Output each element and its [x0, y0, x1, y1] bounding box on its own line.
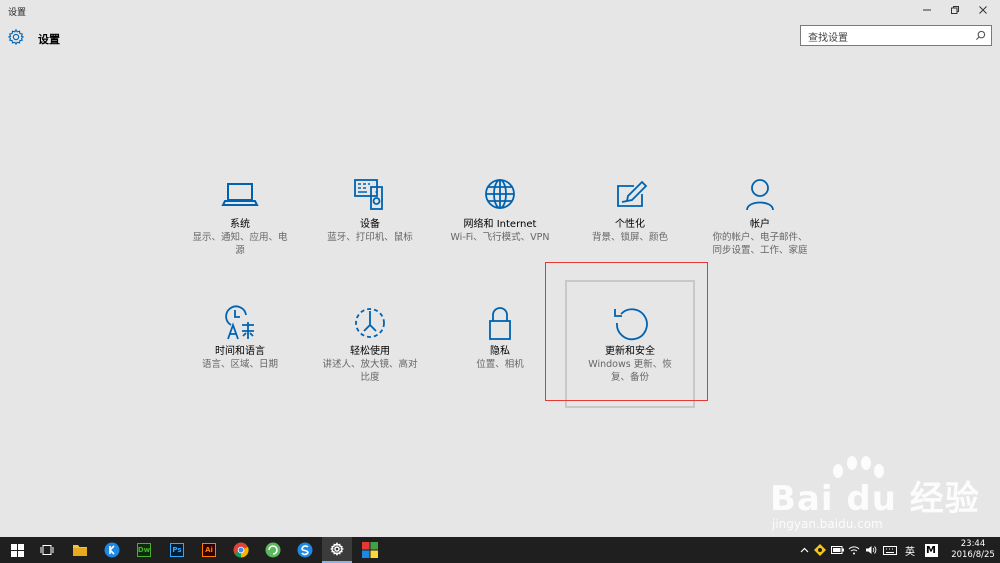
tile-devices[interactable]: 设备 蓝牙、打印机、鼠标 [315, 178, 425, 245]
tile-name: 系统 [230, 219, 250, 230]
gear-icon [7, 28, 25, 46]
taskbar-settings[interactable] [322, 537, 352, 563]
minimize-icon [923, 9, 931, 11]
lock-icon [489, 307, 511, 340]
window-title: 设置 [8, 8, 27, 18]
devices-icon [354, 179, 383, 210]
tile-name: 设备 [360, 219, 380, 230]
chrome-icon [233, 542, 249, 558]
tile-desc: 语言、区域、日期 [201, 359, 278, 370]
taskbar-store[interactable] [355, 537, 385, 563]
watermark: Bai du 经验 jingyan.baidu.com [760, 455, 990, 535]
tile-system[interactable]: 系统 显示、通知、应用、电源 [185, 178, 295, 257]
close-icon [979, 6, 987, 14]
page-title: 设置 [38, 33, 60, 46]
sogou-icon [297, 542, 313, 558]
chevron-up-icon [800, 547, 808, 553]
volume-button[interactable] [863, 537, 879, 563]
input-language-button[interactable]: 英 [902, 537, 918, 563]
app-tile: Ai [202, 543, 216, 557]
restore-icon [951, 6, 959, 14]
close-button[interactable] [966, 0, 1000, 20]
tile-desc: 你的帐户、电子邮件、同步设置、工作、家庭 [712, 232, 808, 256]
task-view-button[interactable] [32, 537, 62, 563]
title-bar: 设置 [0, 0, 1000, 22]
tray-overflow-button[interactable] [797, 537, 811, 563]
task-view-icon [40, 545, 54, 555]
tile-privacy[interactable]: 隐私 位置、相机 [445, 305, 555, 372]
keyboard-icon [883, 545, 897, 555]
laptop-icon [221, 183, 259, 206]
green-browser-icon [265, 542, 281, 558]
globe-icon [485, 179, 515, 209]
taskbar-photoshop[interactable]: Ps [162, 537, 192, 563]
start-button[interactable] [2, 537, 32, 563]
ime-badge: M [924, 543, 938, 557]
tile-name: 隐私 [490, 346, 510, 357]
tile-desc: 背景、锁屏、颜色 [591, 232, 668, 243]
tile-desc: 显示、通知、应用、电源 [192, 232, 288, 256]
time-language-icon [225, 305, 254, 340]
battery-icon [830, 546, 844, 554]
taskbar: Dw Ps Ai 英 M [0, 537, 1000, 563]
windows-logo-icon [10, 543, 24, 557]
tile-desc: 蓝牙、打印机、鼠标 [327, 232, 413, 243]
tile-name: 网络和 Internet [463, 219, 537, 230]
person-icon [746, 179, 774, 211]
clock[interactable]: 23:44 2016/8/25 [948, 539, 998, 561]
taskbar-dreamweaver[interactable]: Dw [129, 537, 159, 563]
k-app-icon [104, 542, 120, 558]
taskbar-browser[interactable] [258, 537, 288, 563]
tile-network[interactable]: 网络和 Internet Wi-Fi、飞行模式、VPN [445, 178, 555, 245]
wifi-icon [848, 546, 860, 555]
tray-app-icon [814, 544, 826, 556]
highlight-box [545, 262, 708, 401]
app-tile: Ps [170, 543, 184, 557]
clock-date: 2016/8/25 [951, 550, 995, 560]
taskbar-sogou[interactable] [290, 537, 320, 563]
watermark-url: jingyan.baidu.com [772, 517, 883, 531]
search-input[interactable] [801, 29, 961, 48]
tray-app-button[interactable] [812, 537, 828, 563]
clock-time: 23:44 [960, 539, 986, 549]
watermark-brand: Bai du 经验 [770, 479, 980, 519]
taskbar-illustrator[interactable]: Ai [194, 537, 224, 563]
tile-time-language[interactable]: 时间和语言 语言、区域、日期 [185, 305, 295, 372]
taskbar-explorer[interactable] [65, 537, 95, 563]
tile-name: 轻松使用 [350, 346, 390, 357]
ime-mode-button[interactable]: M [920, 537, 942, 563]
personalization-icon [617, 180, 648, 207]
search-box[interactable] [800, 25, 992, 48]
wifi-button[interactable] [846, 537, 862, 563]
tile-desc: Wi-Fi、飞行模式、VPN [450, 232, 550, 243]
battery-button[interactable] [829, 537, 845, 563]
tile-accounts[interactable]: 帐户 你的帐户、电子邮件、同步设置、工作、家庭 [705, 178, 815, 257]
app-tile: Dw [137, 543, 151, 557]
tile-name: 时间和语言 [215, 346, 265, 357]
ease-of-access-icon [355, 308, 385, 338]
tiles-app-icon [362, 542, 378, 558]
tile-desc: 位置、相机 [476, 359, 524, 370]
tile-personalization[interactable]: 个性化 背景、锁屏、颜色 [575, 178, 685, 245]
tile-name: 帐户 [750, 219, 770, 230]
search-icon[interactable] [975, 30, 986, 41]
speaker-icon [866, 546, 877, 554]
folder-icon [73, 545, 87, 556]
settings-icon [330, 542, 344, 556]
taskbar-chrome[interactable] [226, 537, 256, 563]
touch-keyboard-button[interactable] [881, 537, 899, 563]
tile-name: 个性化 [615, 219, 645, 230]
taskbar-k-app[interactable] [97, 537, 127, 563]
tile-desc: 讲述人、放大镜、高对比度 [322, 359, 418, 383]
tile-ease-of-access[interactable]: 轻松使用 讲述人、放大镜、高对比度 [315, 305, 425, 384]
